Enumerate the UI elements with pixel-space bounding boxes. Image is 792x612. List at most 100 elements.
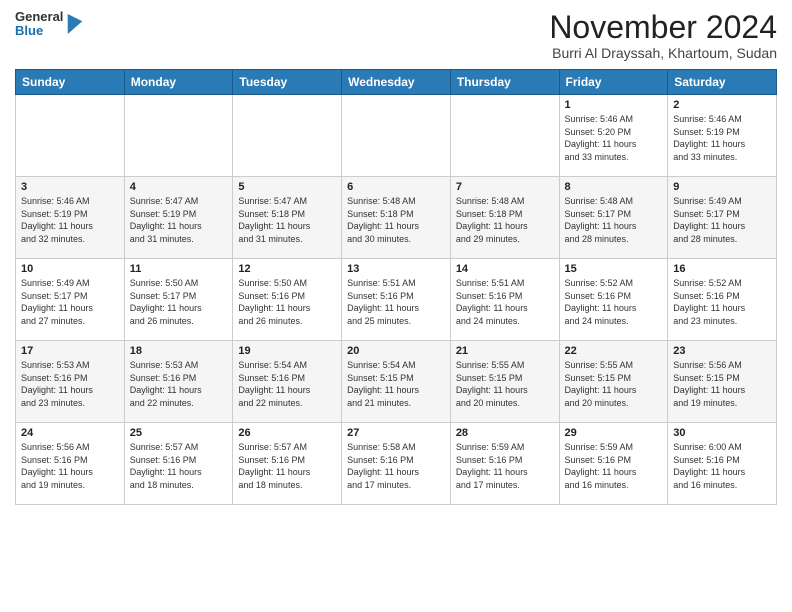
week-row-1: 1Sunrise: 5:46 AM Sunset: 5:20 PM Daylig…	[16, 95, 777, 177]
day-number: 9	[673, 181, 771, 193]
day-info: Sunrise: 5:55 AM Sunset: 5:15 PM Dayligh…	[565, 359, 663, 409]
table-row: 29 Sunrise: 5:59 AM Sunset: 5:16 PM Dayli…	[559, 423, 668, 505]
day-info: Sunrise: 5:58 AM Sunset: 5:16 PM Dayligh…	[347, 441, 445, 491]
day-number: 27	[347, 427, 445, 439]
table-row: 26 Sunrise: 5:57 AM Sunset: 5:16 PM Dayli…	[233, 423, 342, 505]
table-row: 14 Sunrise: 5:51 AM Sunset: 5:16 PM Dayli…	[450, 259, 559, 341]
day-info: Sunrise: 5:46 AM Sunset: 5:20 PM Dayligh…	[565, 113, 663, 163]
day-info: Sunrise: 5:59 AM Sunset: 5:16 PM Dayligh…	[456, 441, 554, 491]
table-row: 30 Sunrise: 6:00 AM Sunset: 5:16 PM Dayli…	[668, 423, 777, 505]
week-row-5: 24 Sunrise: 5:56 AM Sunset: 5:16 PM Dayli…	[16, 423, 777, 505]
table-row: 12 Sunrise: 5:50 AM Sunset: 5:16 PM Dayli…	[233, 259, 342, 341]
day-info: Sunrise: 6:00 AM Sunset: 5:16 PM Dayligh…	[673, 441, 771, 491]
day-number: 30	[673, 427, 771, 439]
table-row: 27 Sunrise: 5:58 AM Sunset: 5:16 PM Dayli…	[342, 423, 451, 505]
day-number: 11	[130, 263, 228, 275]
table-row: 22 Sunrise: 5:55 AM Sunset: 5:15 PM Dayli…	[559, 341, 668, 423]
day-number: 8	[565, 181, 663, 193]
table-row: 20 Sunrise: 5:54 AM Sunset: 5:15 PM Dayli…	[342, 341, 451, 423]
table-row	[16, 95, 125, 177]
table-row: 21Sunrise: 5:55 AM Sunset: 5:15 PM Dayli…	[450, 341, 559, 423]
day-number: 17	[21, 345, 119, 357]
day-number: 12	[238, 263, 336, 275]
table-row	[124, 95, 233, 177]
week-row-2: 3Sunrise: 5:46 AM Sunset: 5:19 PM Daylig…	[16, 177, 777, 259]
table-row: 18Sunrise: 5:53 AM Sunset: 5:16 PM Dayli…	[124, 341, 233, 423]
table-row: 8Sunrise: 5:48 AM Sunset: 5:17 PM Daylig…	[559, 177, 668, 259]
calendar-table: Sunday Monday Tuesday Wednesday Thursday…	[15, 69, 777, 505]
day-info: Sunrise: 5:53 AM Sunset: 5:16 PM Dayligh…	[21, 359, 119, 409]
table-row: 24 Sunrise: 5:56 AM Sunset: 5:16 PM Dayli…	[16, 423, 125, 505]
table-row: 17 Sunrise: 5:53 AM Sunset: 5:16 PM Dayli…	[16, 341, 125, 423]
day-number: 21	[456, 345, 554, 357]
day-number: 16	[673, 263, 771, 275]
day-number: 7	[456, 181, 554, 193]
col-saturday: Saturday	[668, 70, 777, 95]
day-number: 5	[238, 181, 336, 193]
day-info: Sunrise: 5:59 AM Sunset: 5:16 PM Dayligh…	[565, 441, 663, 491]
table-row: 16 Sunrise: 5:52 AM Sunset: 5:16 PM Dayli…	[668, 259, 777, 341]
day-number: 24	[21, 427, 119, 439]
header: General Blue November 2024 Burri Al Dray…	[15, 10, 777, 61]
logo-text: General Blue	[15, 10, 63, 39]
day-info: Sunrise: 5:47 AM Sunset: 5:19 PM Dayligh…	[130, 195, 228, 245]
week-row-4: 17 Sunrise: 5:53 AM Sunset: 5:16 PM Dayli…	[16, 341, 777, 423]
day-info: Sunrise: 5:48 AM Sunset: 5:18 PM Dayligh…	[456, 195, 554, 245]
title-section: November 2024 Burri Al Drayssah, Khartou…	[549, 10, 777, 61]
day-info: Sunrise: 5:49 AM Sunset: 5:17 PM Dayligh…	[21, 277, 119, 327]
day-info: Sunrise: 5:48 AM Sunset: 5:18 PM Dayligh…	[347, 195, 445, 245]
day-info: Sunrise: 5:49 AM Sunset: 5:17 PM Dayligh…	[673, 195, 771, 245]
day-number: 2	[673, 99, 771, 111]
col-sunday: Sunday	[16, 70, 125, 95]
table-row: 11Sunrise: 5:50 AM Sunset: 5:17 PM Dayli…	[124, 259, 233, 341]
day-info: Sunrise: 5:54 AM Sunset: 5:16 PM Dayligh…	[238, 359, 336, 409]
day-number: 14	[456, 263, 554, 275]
day-info: Sunrise: 5:57 AM Sunset: 5:16 PM Dayligh…	[238, 441, 336, 491]
day-number: 10	[21, 263, 119, 275]
table-row: 6 Sunrise: 5:48 AM Sunset: 5:18 PM Daylig…	[342, 177, 451, 259]
day-info: Sunrise: 5:51 AM Sunset: 5:16 PM Dayligh…	[456, 277, 554, 327]
day-number: 26	[238, 427, 336, 439]
day-number: 23	[673, 345, 771, 357]
logo-line2: Blue	[15, 24, 63, 38]
day-info: Sunrise: 5:47 AM Sunset: 5:18 PM Dayligh…	[238, 195, 336, 245]
day-info: Sunrise: 5:52 AM Sunset: 5:16 PM Dayligh…	[673, 277, 771, 327]
week-row-3: 10 Sunrise: 5:49 AM Sunset: 5:17 PM Dayli…	[16, 259, 777, 341]
day-number: 25	[130, 427, 228, 439]
logo: General Blue	[15, 10, 83, 39]
day-info: Sunrise: 5:54 AM Sunset: 5:15 PM Dayligh…	[347, 359, 445, 409]
day-number: 29	[565, 427, 663, 439]
table-row: 2 Sunrise: 5:46 AM Sunset: 5:19 PM Daylig…	[668, 95, 777, 177]
day-number: 22	[565, 345, 663, 357]
col-friday: Friday	[559, 70, 668, 95]
logo-icon	[67, 14, 83, 34]
col-thursday: Thursday	[450, 70, 559, 95]
day-info: Sunrise: 5:56 AM Sunset: 5:16 PM Dayligh…	[21, 441, 119, 491]
day-number: 15	[565, 263, 663, 275]
table-row: 5 Sunrise: 5:47 AM Sunset: 5:18 PM Daylig…	[233, 177, 342, 259]
table-row	[450, 95, 559, 177]
day-info: Sunrise: 5:46 AM Sunset: 5:19 PM Dayligh…	[673, 113, 771, 163]
col-tuesday: Tuesday	[233, 70, 342, 95]
day-info: Sunrise: 5:57 AM Sunset: 5:16 PM Dayligh…	[130, 441, 228, 491]
day-number: 3	[21, 181, 119, 193]
table-row: 9 Sunrise: 5:49 AM Sunset: 5:17 PM Daylig…	[668, 177, 777, 259]
calendar-title: November 2024	[549, 10, 777, 45]
day-number: 6	[347, 181, 445, 193]
table-row	[233, 95, 342, 177]
table-row: 1Sunrise: 5:46 AM Sunset: 5:20 PM Daylig…	[559, 95, 668, 177]
calendar-subtitle: Burri Al Drayssah, Khartoum, Sudan	[549, 45, 777, 61]
table-row: 23 Sunrise: 5:56 AM Sunset: 5:15 PM Dayli…	[668, 341, 777, 423]
page: General Blue November 2024 Burri Al Dray…	[0, 0, 792, 612]
table-row: 28Sunrise: 5:59 AM Sunset: 5:16 PM Dayli…	[450, 423, 559, 505]
table-row: 25 Sunrise: 5:57 AM Sunset: 5:16 PM Dayli…	[124, 423, 233, 505]
day-info: Sunrise: 5:56 AM Sunset: 5:15 PM Dayligh…	[673, 359, 771, 409]
day-info: Sunrise: 5:50 AM Sunset: 5:16 PM Dayligh…	[238, 277, 336, 327]
table-row: 15Sunrise: 5:52 AM Sunset: 5:16 PM Dayli…	[559, 259, 668, 341]
col-wednesday: Wednesday	[342, 70, 451, 95]
day-number: 19	[238, 345, 336, 357]
day-info: Sunrise: 5:53 AM Sunset: 5:16 PM Dayligh…	[130, 359, 228, 409]
table-row: 10 Sunrise: 5:49 AM Sunset: 5:17 PM Dayli…	[16, 259, 125, 341]
day-number: 13	[347, 263, 445, 275]
day-number: 20	[347, 345, 445, 357]
